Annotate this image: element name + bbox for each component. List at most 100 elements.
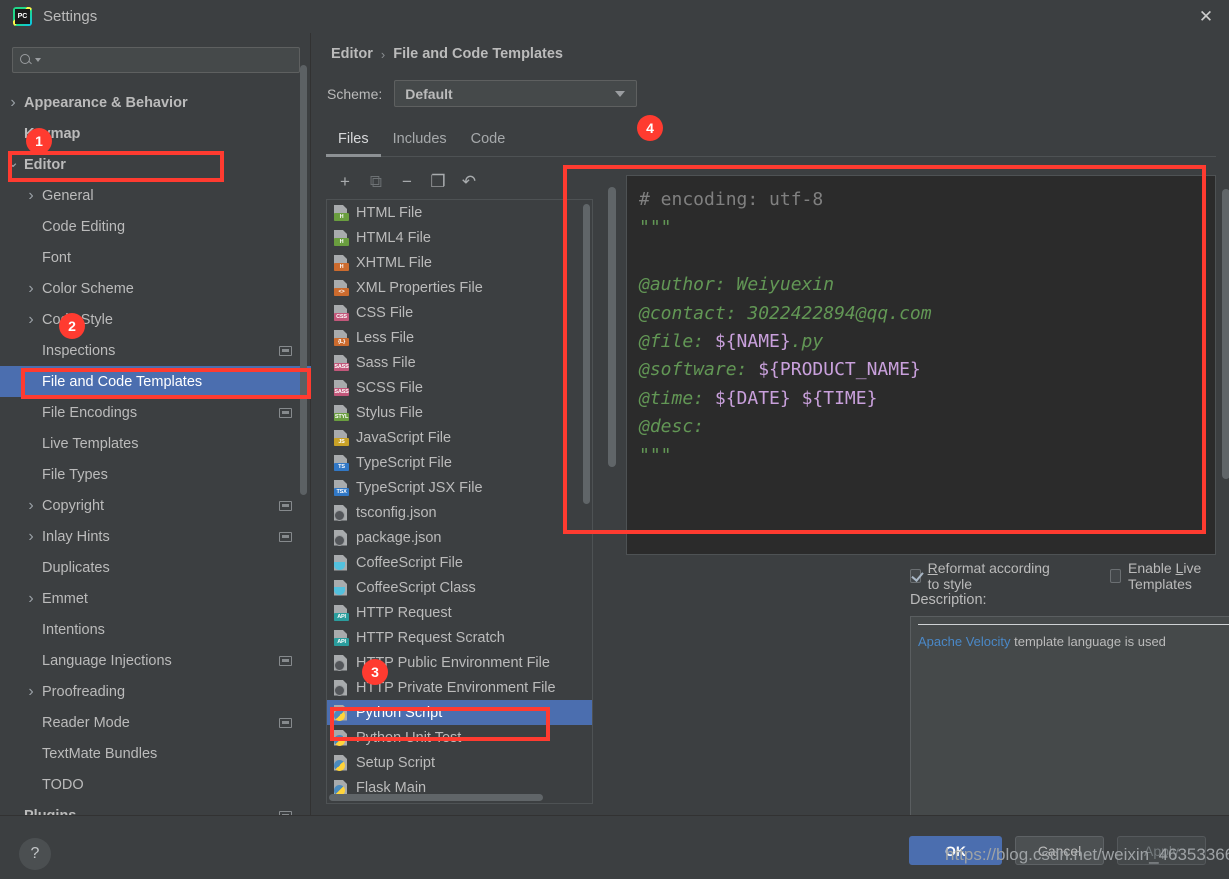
template-code[interactable]: # encoding: utf-8 """ @author: Weiyuexin @… [639, 186, 1215, 470]
sidebar-item-language-injections[interactable]: Language Injections [0, 645, 311, 676]
template-list-item[interactable]: CoffeeScript File [327, 550, 592, 575]
project-scope-badge-icon [279, 500, 292, 511]
templates-horizontal-scrollbar[interactable] [329, 794, 543, 801]
sidebar-item-inspections[interactable]: Inspections [0, 335, 311, 366]
templates-list[interactable]: H HTML File H HTML4 File H XHTML File <> XML Pr… [326, 199, 593, 804]
apache-velocity-link[interactable]: Apache Velocity [918, 634, 1011, 649]
template-list-item[interactable]: CoffeeScript Class [327, 575, 592, 600]
sidebar-item-intentions[interactable]: Intentions [0, 614, 311, 645]
checkbox-box[interactable] [1110, 569, 1122, 583]
close-icon[interactable]: ✕ [1183, 0, 1229, 33]
template-list-item[interactable]: tsconfig.json [327, 500, 592, 525]
tab-includes[interactable]: Includes [381, 122, 459, 156]
reformat-according-to-style-checkbox[interactable]: Reformat according to style [910, 560, 1050, 592]
breadcrumb: Editor › File and Code Templates [331, 46, 563, 62]
sidebar-item-textmate-bundles[interactable]: TextMate Bundles [0, 738, 311, 769]
help-icon[interactable]: ? [19, 838, 51, 870]
stylus-file-icon: STYL [334, 404, 349, 421]
duplicate-template-button[interactable]: ❐ [425, 169, 451, 195]
chevron-right-icon[interactable]: › [22, 280, 40, 298]
template-list-item[interactable]: Python Script [327, 700, 592, 725]
template-list-item-label: tsconfig.json [356, 504, 437, 521]
sidebar-item-color-scheme[interactable]: › Color Scheme [0, 273, 311, 304]
template-list-item[interactable]: STYL Stylus File [327, 400, 592, 425]
sidebar-item-emmet[interactable]: › Emmet [0, 583, 311, 614]
settings-dialog: Settings ✕ ›Appearance & BehaviorKeymap⌄… [0, 0, 1229, 879]
settings-tree[interactable]: › Appearance & Behavior Keymap ⌄ Editor › Gene… [0, 87, 311, 815]
sidebar-item-font[interactable]: Font [0, 242, 311, 273]
sidebar-item-live-templates[interactable]: Live Templates [0, 428, 311, 459]
breadcrumb-item-editor[interactable]: Editor [331, 46, 373, 62]
sidebar-item-label: Editor [24, 156, 66, 173]
scheme-dropdown[interactable]: Default [394, 80, 638, 107]
tab-files[interactable]: Files [326, 122, 381, 157]
editor-gutter-scrollbar[interactable] [608, 187, 616, 467]
sidebar-item-file-encodings[interactable]: File Encodings [0, 397, 311, 428]
checkbox-box[interactable] [910, 569, 921, 583]
chevron-right-icon[interactable]: › [22, 683, 40, 701]
search-input[interactable] [41, 52, 299, 68]
reset-template-button[interactable]: ↶ [456, 169, 482, 195]
sidebar-item-duplicates[interactable]: Duplicates [0, 552, 311, 583]
sidebar-item-reader-mode[interactable]: Reader Mode [0, 707, 311, 738]
template-list-item[interactable]: CSS CSS File [327, 300, 592, 325]
tab-code[interactable]: Code [459, 122, 518, 156]
chevron-right-icon[interactable]: › [22, 311, 40, 329]
search-field[interactable] [12, 47, 300, 73]
template-list-item[interactable]: Setup Script [327, 750, 592, 775]
sidebar-item-copyright[interactable]: › Copyright [0, 490, 311, 521]
template-list-item[interactable]: API HTTP Request Scratch [327, 625, 592, 650]
template-list-item[interactable]: Python Unit Test [327, 725, 592, 750]
sidebar-item-general[interactable]: › General [0, 180, 311, 211]
templates-list-body[interactable]: H HTML File H HTML4 File H XHTML File <> XML Pr… [327, 200, 592, 800]
chevron-right-icon[interactable]: › [22, 528, 40, 546]
template-list-item[interactable]: package.json [327, 525, 592, 550]
template-editor[interactable]: # encoding: utf-8 """ @author: Weiyuexin @… [626, 175, 1216, 555]
template-list-item-label: Stylus File [356, 404, 423, 421]
json-file-icon [334, 529, 349, 546]
editor-vertical-scrollbar[interactable] [1222, 189, 1229, 479]
sidebar-item-editor[interactable]: ⌄ Editor [0, 149, 311, 180]
remove-template-button[interactable]: − [394, 169, 420, 195]
sidebar-item-todo[interactable]: TODO [0, 769, 311, 800]
project-scope-badge-icon [279, 531, 292, 542]
sidebar-item-file-and-code-templates[interactable]: File and Code Templates [0, 366, 311, 397]
template-list-item[interactable]: {L} Less File [327, 325, 592, 350]
template-list-item[interactable]: H XHTML File [327, 250, 592, 275]
add-template-button[interactable]: + [332, 169, 358, 195]
chevron-down-icon[interactable]: ⌄ [4, 153, 22, 171]
sidebar-item-file-types[interactable]: File Types [0, 459, 311, 490]
chevron-right-icon[interactable]: › [22, 590, 40, 608]
sidebar-item-code-editing[interactable]: Code Editing [0, 211, 311, 242]
sidebar-item-inlay-hints[interactable]: › Inlay Hints [0, 521, 311, 552]
code-token: ${PRODUCT_NAME} [758, 359, 921, 381]
sidebar-item-proofreading[interactable]: › Proofreading [0, 676, 311, 707]
code-token: .py [790, 331, 824, 353]
description-box[interactable]: Apache Velocity template language is use… [910, 616, 1229, 836]
template-list-item[interactable]: H HTML File [327, 200, 592, 225]
template-list-item[interactable]: H HTML4 File [327, 225, 592, 250]
enable-live-templates-checkbox[interactable]: Enable Live Templates [1110, 560, 1229, 592]
chevron-right-icon[interactable]: › [4, 94, 22, 112]
window-title: Settings [43, 8, 98, 25]
chevron-right-icon[interactable]: › [22, 187, 40, 205]
sidebar-scrollbar[interactable] [300, 65, 307, 495]
chevron-right-icon[interactable]: › [22, 497, 40, 515]
template-list-item[interactable]: SASS SCSS File [327, 375, 592, 400]
annotation-marker-4: 4 [637, 115, 663, 141]
template-list-item-label: SCSS File [356, 379, 423, 396]
template-list-item[interactable]: SASS Sass File [327, 350, 592, 375]
template-list-item[interactable]: TSX TypeScript JSX File [327, 475, 592, 500]
description-content: Apache Velocity template language is use… [918, 624, 1229, 649]
sidebar-item-code-style[interactable]: ›Code Style [0, 304, 311, 335]
sidebar-item-plugins[interactable]: Plugins [0, 800, 311, 815]
template-list-item[interactable]: TS TypeScript File [327, 450, 592, 475]
template-list-item[interactable]: API HTTP Request [327, 600, 592, 625]
templates-vertical-scrollbar[interactable] [583, 204, 590, 504]
sidebar-item-appearance-behavior[interactable]: › Appearance & Behavior [0, 87, 311, 118]
sidebar-item-label: Inspections [42, 342, 116, 359]
template-list-item[interactable]: <> XML Properties File [327, 275, 592, 300]
template-list-item[interactable]: JS JavaScript File [327, 425, 592, 450]
sidebar-item-label: TODO [42, 776, 84, 793]
python-file-icon [334, 729, 349, 746]
